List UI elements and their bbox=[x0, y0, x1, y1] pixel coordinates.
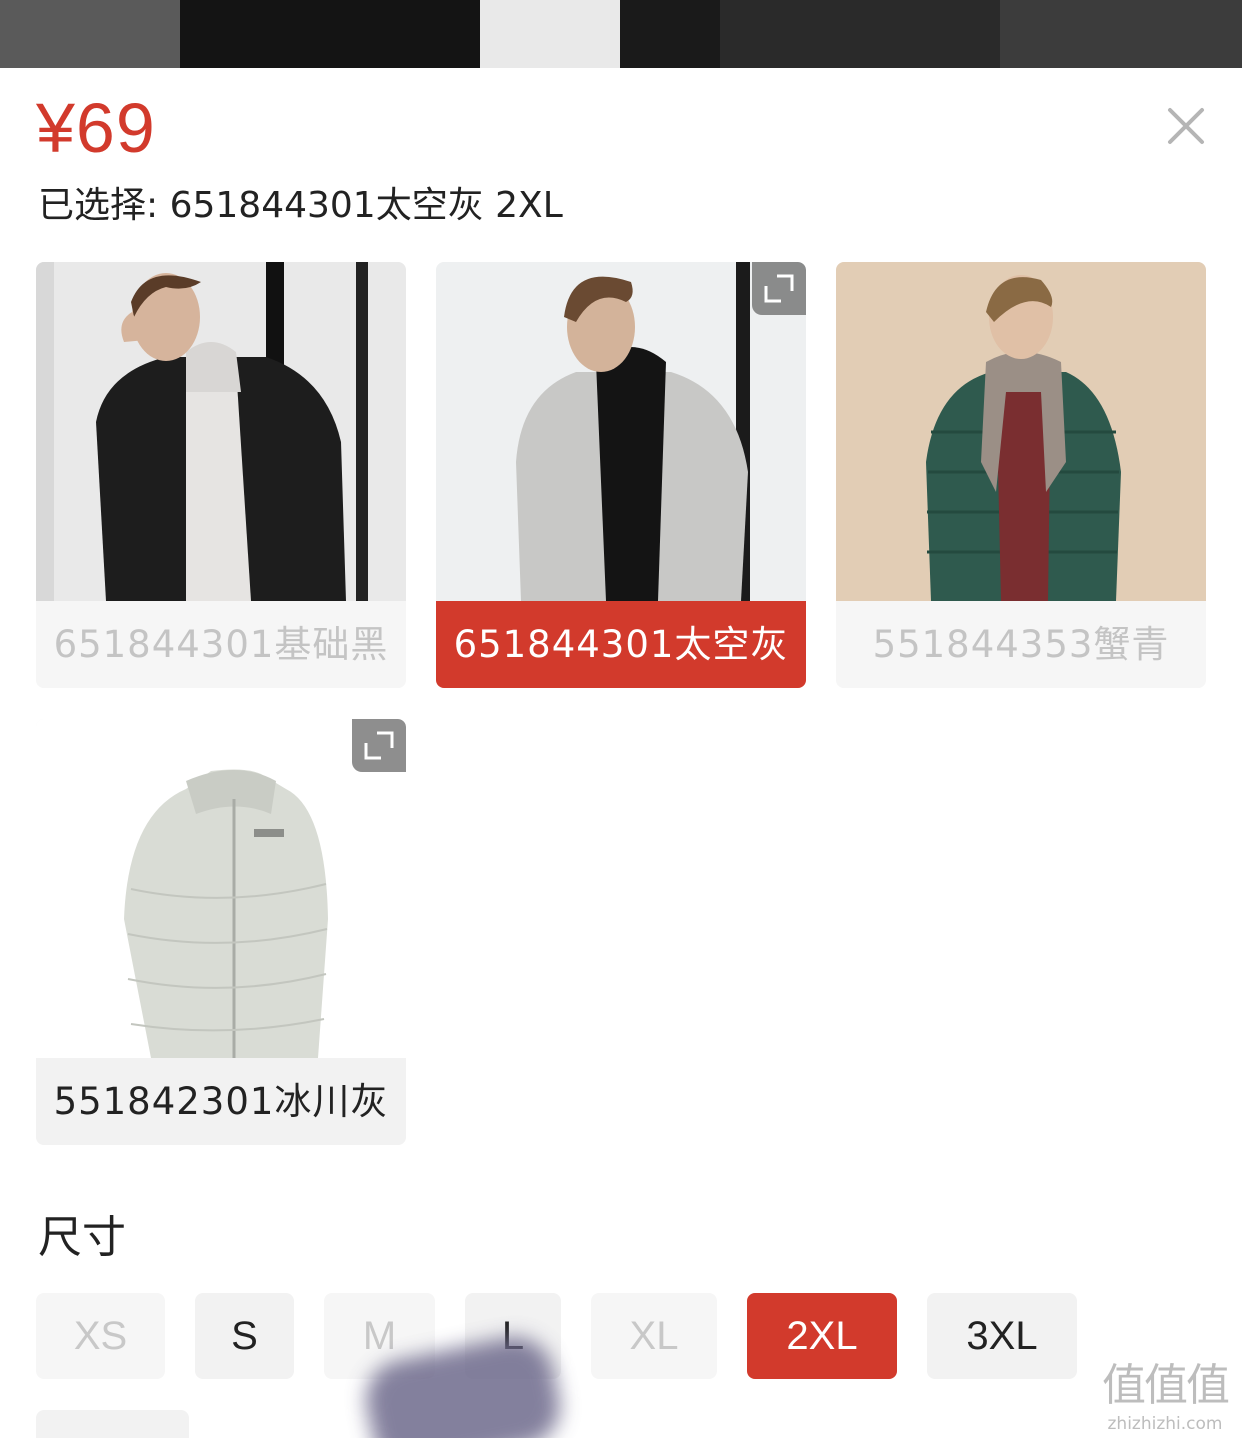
backdrop-background bbox=[1000, 0, 1242, 68]
product-thumbnail bbox=[36, 719, 406, 1058]
backdrop-shirt bbox=[480, 0, 620, 68]
size-option-xs[interactable]: XS bbox=[36, 1293, 165, 1379]
watermark-logo: 值值值 bbox=[1102, 1360, 1230, 1411]
backdrop-jacket-right bbox=[620, 0, 720, 68]
backdrop-wall bbox=[0, 0, 180, 68]
color-option-label: 651844301太空灰 bbox=[436, 601, 806, 688]
size-option-s[interactable]: S bbox=[195, 1293, 294, 1379]
price: ¥69 bbox=[36, 89, 156, 167]
size-section-title: 尺寸 bbox=[38, 1212, 126, 1263]
expand-image-button[interactable] bbox=[352, 719, 406, 772]
color-option-crab-green[interactable]: 551844353蟹青 bbox=[836, 262, 1206, 688]
size-option-2xl[interactable]: 2XL bbox=[747, 1293, 897, 1379]
color-option-label: 651844301基础黑 bbox=[36, 601, 406, 688]
size-option-xl[interactable]: XL bbox=[591, 1293, 717, 1379]
color-option-glacier-grey[interactable]: 551842301冰川灰 bbox=[36, 719, 406, 1145]
color-option-label: 551844353蟹青 bbox=[836, 601, 1206, 688]
size-option-partial[interactable] bbox=[36, 1410, 189, 1438]
backdrop-jacket bbox=[180, 0, 480, 68]
product-image-backdrop bbox=[0, 0, 1242, 68]
selected-summary: 已选择: 651844301太空灰 2XL bbox=[38, 185, 563, 226]
product-thumbnail bbox=[436, 262, 806, 601]
close-icon[interactable] bbox=[1162, 102, 1210, 150]
color-option-label: 551842301冰川灰 bbox=[36, 1058, 406, 1145]
watermark: 值值值 zhizhizhi.com bbox=[1092, 1358, 1238, 1434]
size-option-3xl[interactable]: 3XL bbox=[927, 1293, 1077, 1379]
color-option-black[interactable]: 651844301基础黑 bbox=[36, 262, 406, 688]
watermark-url: zhizhizhi.com bbox=[1107, 1414, 1223, 1434]
expand-image-button[interactable] bbox=[752, 262, 806, 315]
product-thumbnail bbox=[36, 262, 406, 601]
product-thumbnail bbox=[836, 262, 1206, 601]
color-option-space-grey[interactable]: 651844301太空灰 bbox=[436, 262, 806, 688]
sku-selector-sheet: ¥69 已选择: 651844301太空灰 2XL 651844301基础黑 6… bbox=[0, 68, 1242, 1438]
